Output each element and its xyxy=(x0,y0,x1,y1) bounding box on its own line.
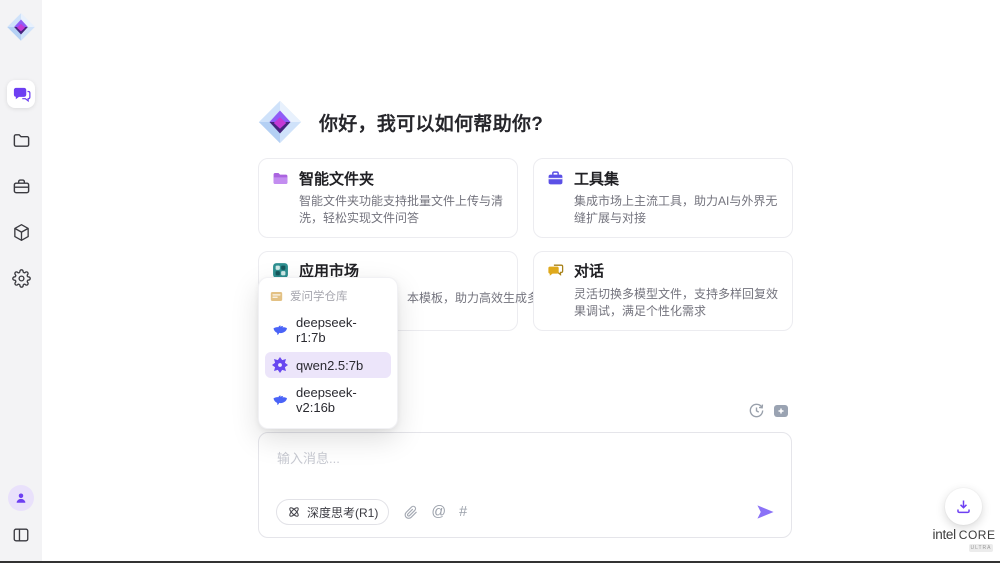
sidebar-item-settings[interactable] xyxy=(7,264,35,292)
gear-icon xyxy=(12,269,31,288)
model-option-label: qwen2.5:7b xyxy=(296,358,363,373)
deep-think-icon xyxy=(287,505,301,519)
download-button[interactable] xyxy=(945,488,982,525)
toolkit-icon xyxy=(547,170,564,187)
sidebar-item-folders[interactable] xyxy=(7,126,35,154)
card-title: 工具集 xyxy=(574,168,619,189)
intel-wordmark: intel xyxy=(933,527,956,542)
gem-logo-icon xyxy=(6,11,36,43)
smart-folder-icon xyxy=(272,170,289,187)
card-description-partial: 本模板，助力高效生成多 xyxy=(407,289,539,306)
app-window: 你好，我可以如何帮助你? 智能文件夹 智能文件夹功能支持批量文件上传与清洗，轻松… xyxy=(0,0,1000,563)
deep-think-label: 深度思考(R1) xyxy=(307,504,378,521)
send-icon xyxy=(756,504,775,520)
user-avatar-icon xyxy=(14,491,28,505)
chat-actions xyxy=(748,402,789,419)
new-chat-icon xyxy=(773,403,789,419)
deepseek-icon xyxy=(272,322,288,338)
package-icon xyxy=(12,223,31,242)
greeting-header: 你好，我可以如何帮助你? xyxy=(257,99,543,145)
card-description: 集成市场上主流工具，助力AI与外界无缝扩展与对接 xyxy=(574,193,782,228)
model-option-label: deepseek-v2:16b xyxy=(296,385,384,415)
composer-toolbar: 深度思考(R1) @ # xyxy=(276,499,775,525)
sidebar-nav xyxy=(7,80,35,292)
panel-toggle-icon xyxy=(12,526,30,544)
qwen-icon xyxy=(272,357,288,373)
history-icon xyxy=(748,402,765,419)
card-title: 智能文件夹 xyxy=(299,168,374,189)
card-description: 灵活切换多模型文件，支持多样回复效果调试，满足个性化需求 xyxy=(574,286,782,321)
message-composer: 深度思考(R1) @ # xyxy=(258,432,792,538)
card-toolkit[interactable]: 工具集 集成市场上主流工具，助力AI与外界无缝扩展与对接 xyxy=(533,158,793,238)
panel-toggle-button[interactable] xyxy=(7,521,35,549)
dialog-icon xyxy=(547,262,564,279)
card-smart-folder[interactable]: 智能文件夹 智能文件夹功能支持批量文件上传与清洗，轻松实现文件问答 xyxy=(258,158,518,238)
new-chat-button[interactable] xyxy=(773,403,789,419)
app-logo xyxy=(6,10,36,44)
deep-think-toggle[interactable]: 深度思考(R1) xyxy=(276,499,389,525)
send-button[interactable] xyxy=(756,504,775,520)
sidebar-item-toolbox[interactable] xyxy=(7,172,35,200)
sidebar xyxy=(0,0,42,561)
mention-icon[interactable]: @ xyxy=(431,505,446,520)
model-dropdown: 爱问学仓库 deepseek-r1:7b qwen2.5:7b xyxy=(258,277,398,429)
greeting-text: 你好，我可以如何帮助你? xyxy=(319,109,543,136)
card-description: 智能文件夹功能支持批量文件上传与清洗，轻松实现文件问答 xyxy=(299,193,507,228)
folder-icon xyxy=(12,131,31,150)
briefcase-icon xyxy=(12,177,31,196)
repository-label: 爱问学仓库 xyxy=(290,288,348,304)
paperclip-icon[interactable] xyxy=(404,505,418,520)
download-icon xyxy=(955,498,972,515)
model-option-deepseek-v2[interactable]: deepseek-v2:16b xyxy=(265,380,391,420)
sidebar-bottom xyxy=(7,485,35,549)
chat-bubbles-icon xyxy=(12,85,31,104)
model-option-label: deepseek-r1:7b xyxy=(296,315,384,345)
history-button[interactable] xyxy=(748,402,765,419)
composer-tools: @ # xyxy=(404,505,467,520)
core-wordmark: core xyxy=(959,528,996,542)
intel-core-badge: intel core ultra xyxy=(931,527,997,552)
card-title: 对话 xyxy=(574,260,604,281)
card-dialog[interactable]: 对话 灵活切换多模型文件，支持多样回复效果调试，满足个性化需求 xyxy=(533,251,793,331)
model-option-deepseek-r1[interactable]: deepseek-r1:7b xyxy=(265,310,391,350)
deepseek-icon xyxy=(272,392,288,408)
message-input[interactable] xyxy=(259,433,791,495)
hash-icon[interactable]: # xyxy=(459,505,467,520)
repository-icon xyxy=(270,290,283,303)
model-option-qwen[interactable]: qwen2.5:7b xyxy=(265,352,391,378)
sidebar-item-chat[interactable] xyxy=(7,80,35,108)
intel-sub-badge: ultra xyxy=(969,544,993,552)
user-avatar[interactable] xyxy=(8,485,34,511)
model-dropdown-header: 爱问学仓库 xyxy=(265,283,391,308)
sidebar-item-models[interactable] xyxy=(7,218,35,246)
gem-logo-icon xyxy=(257,99,303,145)
